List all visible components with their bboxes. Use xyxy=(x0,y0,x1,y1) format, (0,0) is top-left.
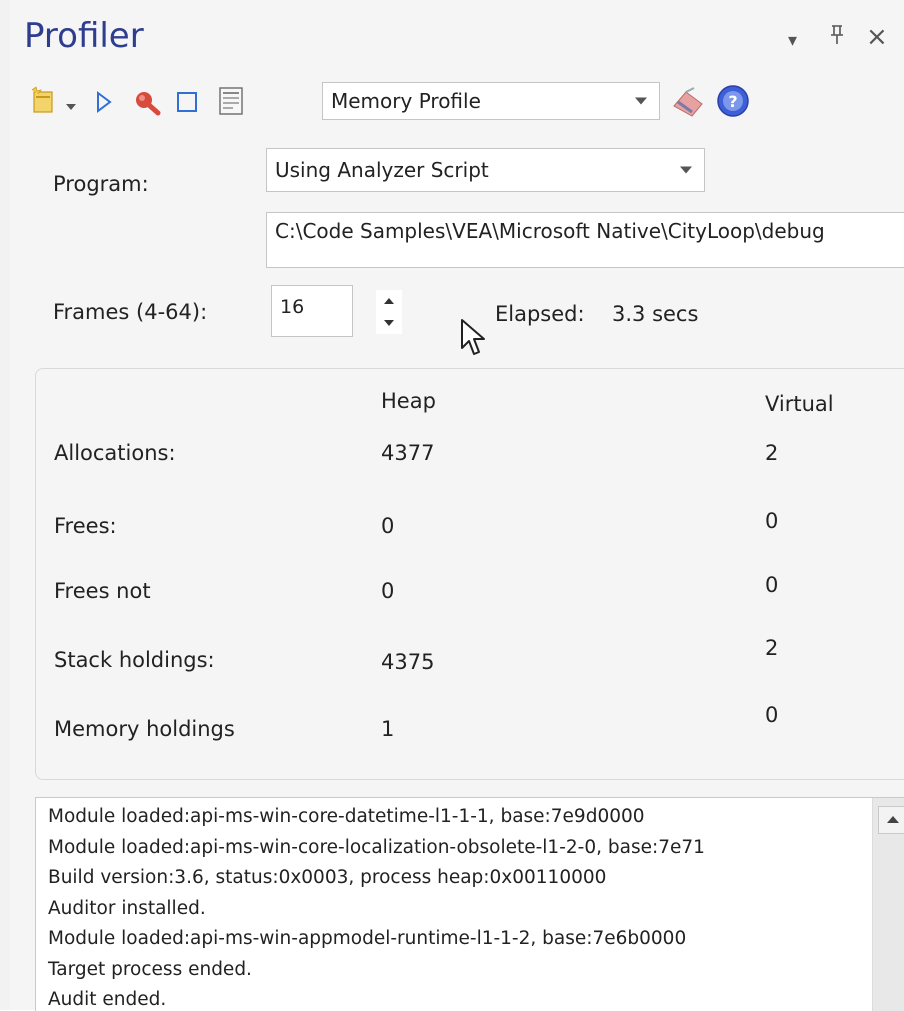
program-label: Program: xyxy=(53,172,149,196)
elapsed-label: Elapsed: xyxy=(495,302,585,326)
output-log[interactable]: Module loaded:api-ms-win-core-datetime-l… xyxy=(35,797,904,1011)
program-value: Using Analyzer Script xyxy=(275,158,489,182)
frames-label: Frames (4-64): xyxy=(53,300,208,324)
program-path-value: C:\Code Samples\VEA\Microsoft Native\Cit… xyxy=(275,219,825,243)
play-icon[interactable] xyxy=(96,91,112,117)
dropdown-icon[interactable] xyxy=(65,96,77,115)
toolbar: Memory Profile ? xyxy=(10,80,904,124)
row-label-frees: Frees: xyxy=(54,514,117,538)
profile-type-value: Memory Profile xyxy=(331,89,481,113)
log-line: Module loaded:api-ms-win-core-localizati… xyxy=(48,836,705,858)
allocations-heap: 4377 xyxy=(381,441,435,465)
frees-not-heap: 0 xyxy=(381,579,395,603)
chevron-down-icon xyxy=(680,166,692,174)
log-line: Target process ended. xyxy=(48,958,252,980)
log-scrollbar[interactable] xyxy=(872,798,904,1011)
close-icon[interactable]: × xyxy=(866,22,888,52)
help-icon[interactable]: ? xyxy=(716,84,750,122)
mouse-cursor-icon xyxy=(460,318,486,362)
panel-menu-icon[interactable]: ▾ xyxy=(788,30,797,51)
row-label-allocations: Allocations: xyxy=(54,441,176,465)
profile-type-select[interactable]: Memory Profile xyxy=(322,82,660,120)
frames-input[interactable]: 16 xyxy=(271,285,353,337)
log-line: Auditor installed. xyxy=(48,897,206,919)
profiler-panel: Profiler ▾ × Memory Profile ? Program: U… xyxy=(10,0,904,1011)
stack-holdings-virtual: 2 xyxy=(765,636,779,660)
search-icon[interactable] xyxy=(132,88,162,120)
row-label-memory-holdings: Memory holdings xyxy=(54,717,235,741)
allocations-virtual: 2 xyxy=(765,441,779,465)
row-label-frees-not: Frees not xyxy=(54,579,151,603)
frees-heap: 0 xyxy=(381,514,395,538)
pin-icon[interactable] xyxy=(828,24,846,52)
window-title: Profiler xyxy=(24,16,144,56)
elapsed-value: 3.3 secs xyxy=(612,302,699,326)
stack-holdings-heap: 4375 xyxy=(381,650,435,674)
stats-panel: Heap Virtual Allocations: 4377 2 Frees: … xyxy=(35,368,904,780)
frames-value: 16 xyxy=(280,296,305,318)
row-label-stack-holdings: Stack holdings: xyxy=(54,648,215,672)
log-line: Build version:3.6, status:0x0003, proces… xyxy=(48,867,607,888)
new-icon[interactable] xyxy=(30,86,56,118)
frees-virtual: 0 xyxy=(765,509,779,533)
scroll-up-button[interactable] xyxy=(878,806,904,834)
report-icon[interactable] xyxy=(218,86,244,120)
frames-stepper[interactable] xyxy=(376,290,402,334)
program-select[interactable]: Using Analyzer Script xyxy=(266,148,705,192)
program-path-input[interactable]: C:\Code Samples\VEA\Microsoft Native\Cit… xyxy=(266,212,904,268)
stop-icon[interactable] xyxy=(176,91,198,117)
memory-holdings-heap: 1 xyxy=(381,717,395,741)
log-line: Module loaded:api-ms-win-appmodel-runtim… xyxy=(48,928,687,949)
column-header-virtual: Virtual xyxy=(765,392,834,416)
log-line: Audit ended. xyxy=(48,989,167,1010)
column-header-heap: Heap xyxy=(381,389,436,413)
log-line: Module loaded:api-ms-win-core-datetime-l… xyxy=(48,806,645,827)
stepper-up-icon xyxy=(384,298,394,304)
eraser-icon[interactable] xyxy=(670,84,706,122)
title-bar: Profiler ▾ × xyxy=(10,0,904,78)
memory-holdings-virtual: 0 xyxy=(765,703,779,727)
frees-not-virtual: 0 xyxy=(765,573,779,597)
stepper-down-icon xyxy=(384,320,394,326)
svg-text:?: ? xyxy=(728,92,737,111)
chevron-down-icon xyxy=(635,97,647,105)
